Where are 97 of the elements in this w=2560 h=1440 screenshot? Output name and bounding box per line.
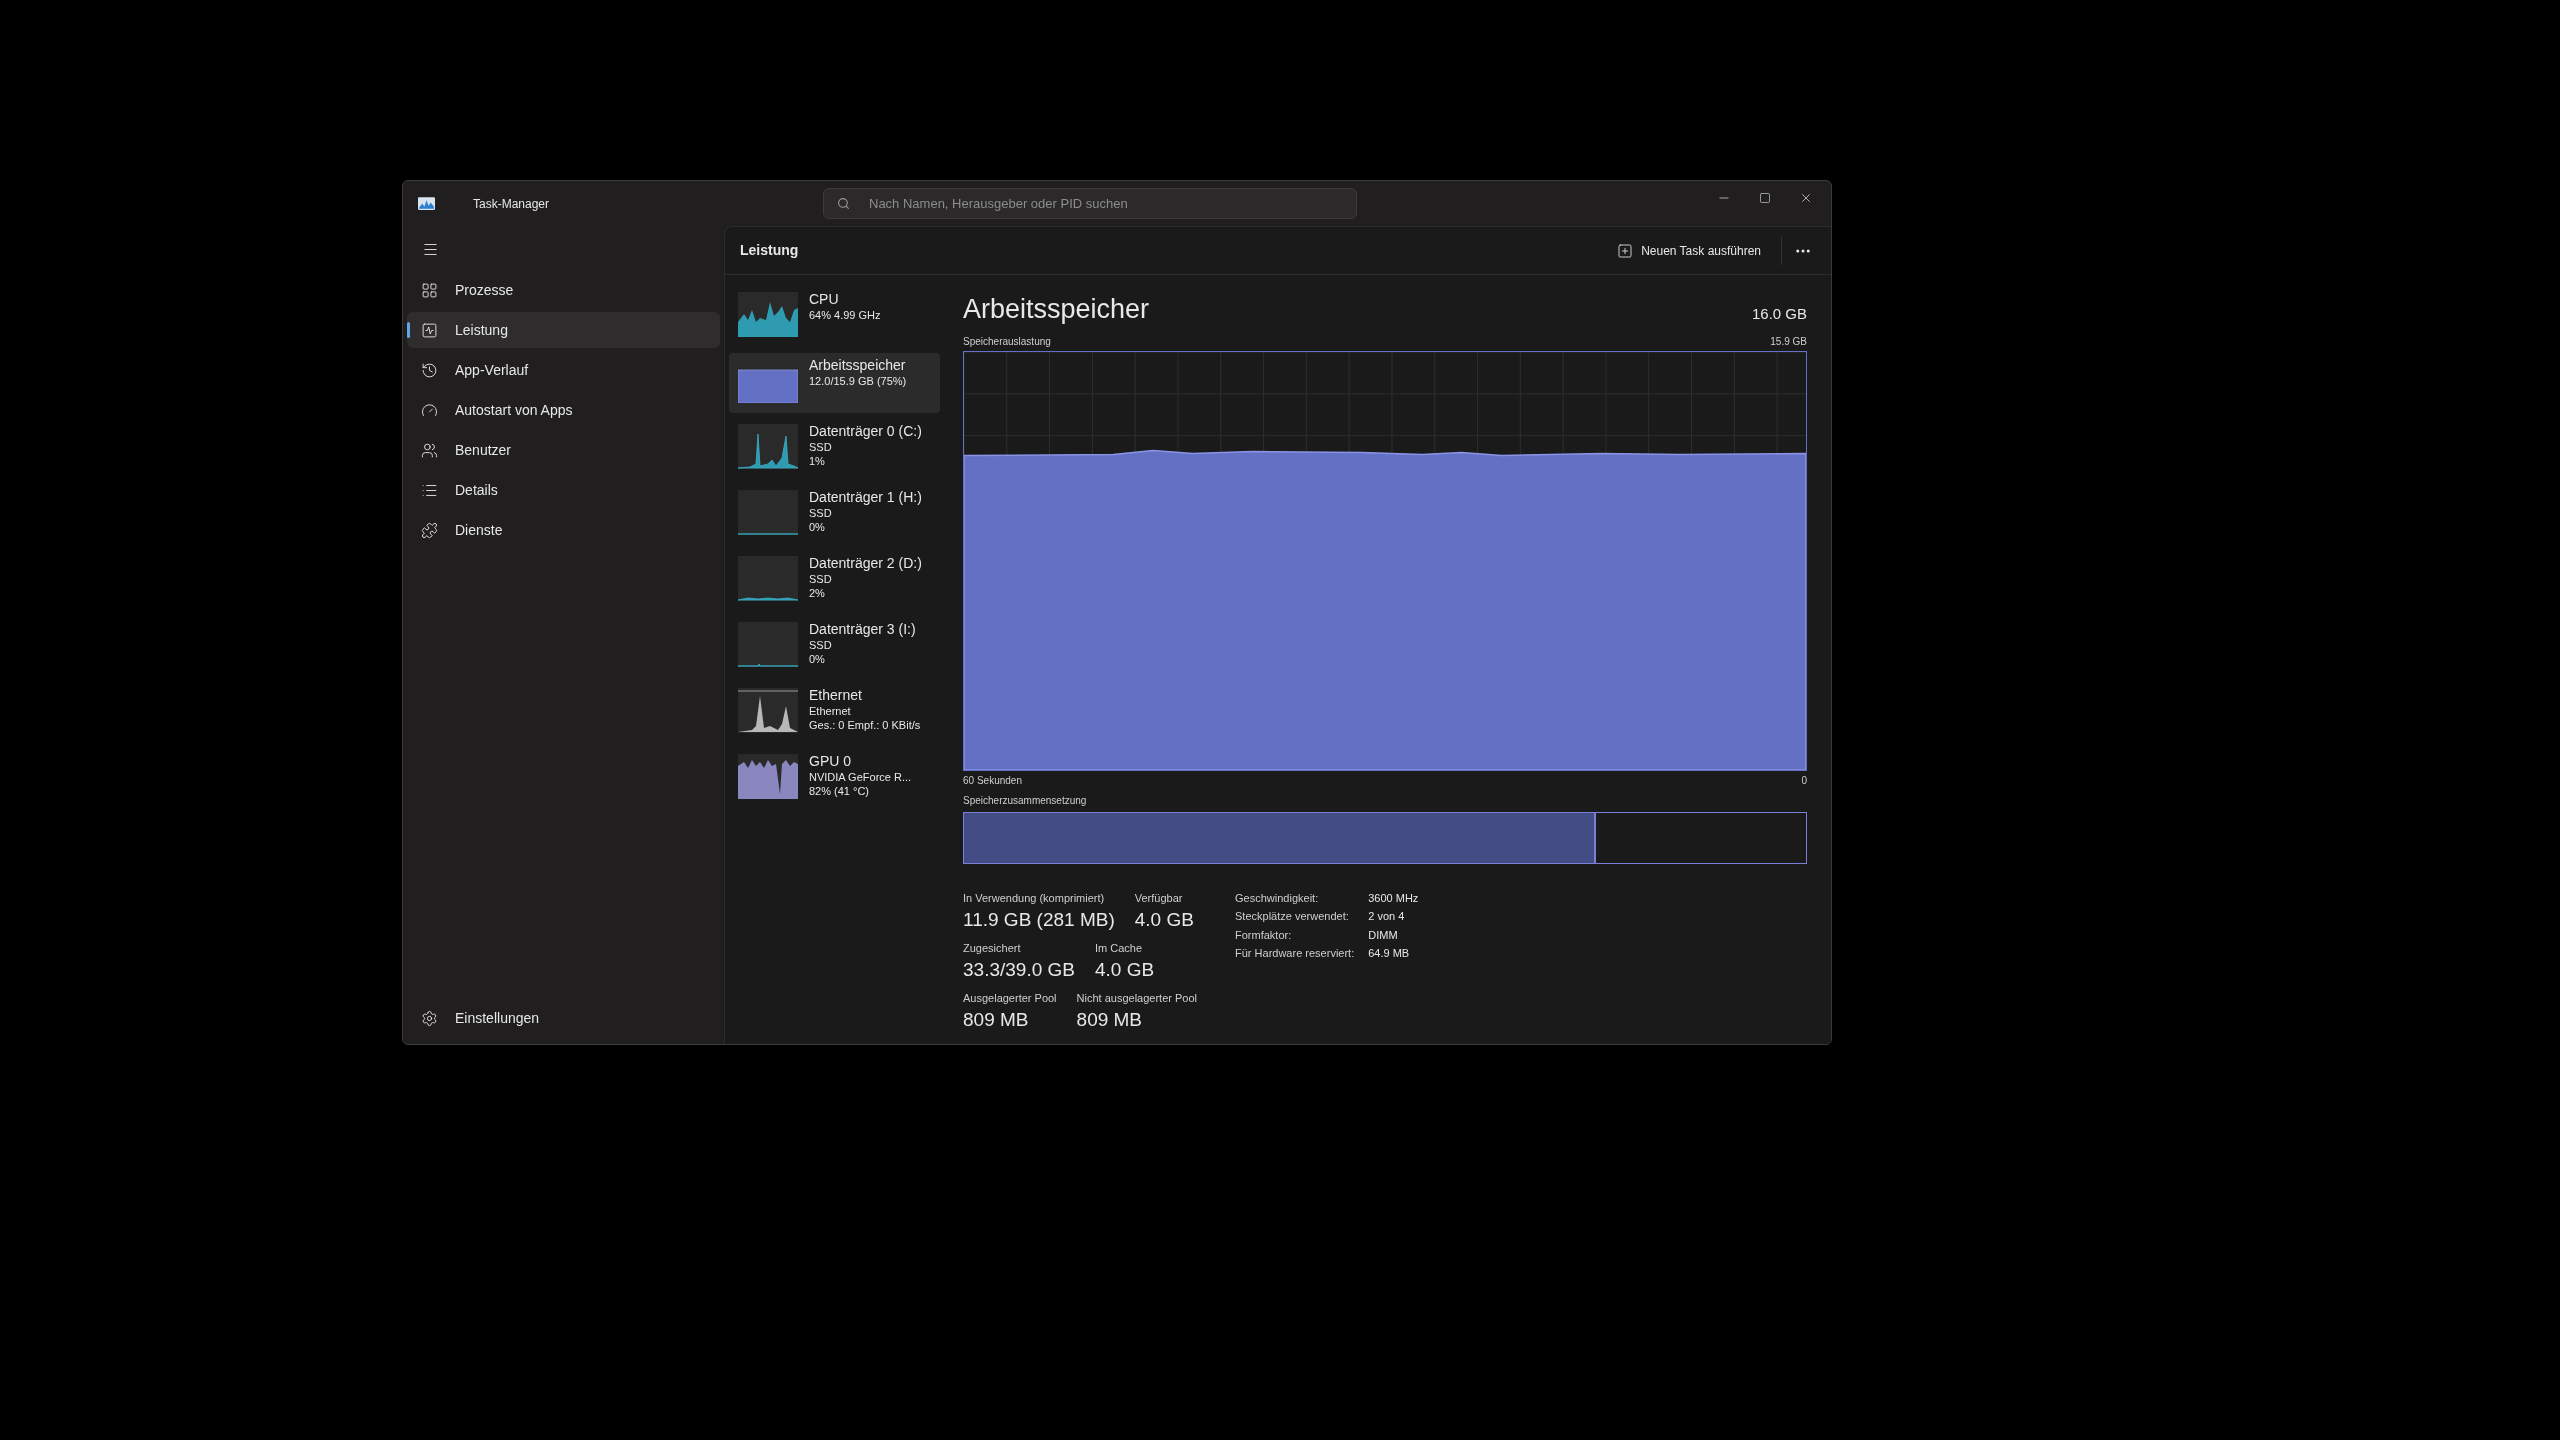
- detail-title: Arbeitsspeicher: [963, 293, 1150, 326]
- nav-label: Benutzer: [455, 440, 512, 460]
- device-info: NVIDIA GeForce R...: [809, 770, 912, 784]
- users-icon: [421, 441, 438, 459]
- device-item[interactable]: GPU 0 NVIDIA GeForce R... 82% (41 °C): [729, 749, 940, 809]
- device-info: 1%: [809, 454, 826, 468]
- run-new-task-button[interactable]: Neuen Task ausführen: [1609, 234, 1769, 267]
- stat-label: In Verwendung (komprimiert): [963, 890, 1106, 906]
- settings-item[interactable]: Einstellungen: [407, 1000, 720, 1036]
- usage-sparkline: [738, 424, 798, 469]
- app-logo-icon: [418, 197, 435, 210]
- spec-value: 3600 MHz: [1368, 890, 1419, 906]
- activity-icon: [421, 321, 438, 339]
- usage-sparkline: [738, 292, 798, 337]
- device-info: 64% 4.99 GHz: [809, 308, 881, 322]
- stat-value: 809 MB: [1076, 1008, 1144, 1032]
- stat-value: 33.3/39.0 GB: [963, 958, 1075, 982]
- device-name: GPU 0: [809, 752, 852, 770]
- stat-value: 4.0 GB: [1094, 958, 1155, 982]
- nav-label: Dienste: [455, 520, 503, 540]
- device-item[interactable]: Ethernet Ethernet Ges.: 0 Empf.: 0 KBit/s: [729, 683, 940, 743]
- stat-label: Im Cache: [1094, 940, 1144, 956]
- nav-item[interactable]: Dienste: [407, 512, 720, 548]
- graph-time-label: 60 Sekunden: [963, 773, 1022, 788]
- nav-label: Autostart von Apps: [455, 400, 573, 420]
- selection-indicator: [407, 322, 410, 338]
- stat-value: 809 MB: [963, 1008, 1030, 1032]
- device-name: Datenträger 2 (D:): [809, 554, 922, 572]
- search-icon: [837, 197, 850, 210]
- usage-sparkline: [738, 556, 798, 601]
- settings-icon: [421, 1009, 438, 1027]
- device-item[interactable]: CPU 64% 4.99 GHz: [729, 287, 940, 347]
- maximize-icon[interactable]: [1759, 191, 1771, 204]
- new-task-icon: [1617, 242, 1634, 259]
- device-item[interactable]: Datenträger 0 (C:) SSD 1%: [729, 419, 940, 479]
- stat-label: Zugesichert: [963, 940, 1022, 956]
- stat-label: Verfügbar: [1134, 890, 1184, 906]
- graph-label: Speicherauslastung: [963, 334, 1051, 349]
- device-item[interactable]: Datenträger 1 (H:) SSD 0%: [729, 485, 940, 545]
- device-name: CPU: [809, 290, 840, 308]
- device-name: Datenträger 1 (H:): [809, 488, 922, 506]
- device-info: SSD: [809, 440, 833, 454]
- nav-item[interactable]: Benutzer: [407, 432, 720, 468]
- spec-value: 2 von 4: [1368, 909, 1406, 924]
- device-info: SSD: [809, 572, 833, 586]
- usage-sparkline: [738, 688, 798, 733]
- nav-label: Leistung: [455, 320, 508, 340]
- spec-label: Formfaktor:: [1235, 927, 1293, 943]
- device-info: SSD: [809, 506, 833, 520]
- spec-label: Für Hardware reserviert:: [1235, 946, 1355, 961]
- device-name: Datenträger 3 (I:): [809, 620, 916, 638]
- spec-label: Steckplätze verwendet:: [1235, 909, 1350, 924]
- usage-sparkline: [738, 754, 798, 799]
- device-info: 12.0/15.9 GB (75%): [809, 374, 907, 388]
- device-name: Ethernet: [809, 686, 863, 704]
- nav-item[interactable]: App-Verlauf: [407, 352, 720, 388]
- spec-label: Geschwindigkeit:: [1235, 890, 1320, 906]
- history-icon: [421, 361, 438, 379]
- spec-value: 64.9 MB: [1368, 946, 1411, 961]
- stat-value: 11.9 GB (281 MB): [963, 908, 1115, 932]
- device-info: 2%: [809, 586, 826, 600]
- nav-item[interactable]: Autostart von Apps: [407, 392, 720, 428]
- graph-max-label: 15.9 GB: [1770, 334, 1807, 349]
- usage-sparkline: [738, 490, 798, 535]
- device-info: Ges.: 0 Empf.: 0 KBit/s: [809, 718, 921, 732]
- device-info: 0%: [809, 652, 826, 666]
- device-info: Ethernet: [809, 704, 852, 718]
- window-title: Task-Manager: [473, 195, 551, 213]
- stat-label: Ausgelagerter Pool: [963, 990, 1057, 1006]
- composition-label: Speicherzusammensetzung: [963, 793, 1088, 808]
- device-info: SSD: [809, 638, 833, 652]
- nav-item[interactable]: Leistung: [407, 312, 720, 348]
- puzzle-icon: [421, 521, 438, 539]
- total-memory: 16.0 GB: [1751, 304, 1807, 324]
- device-name: Datenträger 0 (C:): [809, 422, 922, 440]
- nav-item[interactable]: Details: [407, 472, 720, 508]
- nav-label: App-Verlauf: [455, 360, 529, 380]
- device-name: Arbeitsspeicher: [809, 356, 907, 374]
- spec-value: DIMM: [1368, 927, 1399, 943]
- device-item[interactable]: Datenträger 2 (D:) SSD 2%: [729, 551, 940, 611]
- nav-label: Prozesse: [455, 280, 514, 300]
- nav-label: Details: [455, 480, 498, 500]
- search-field[interactable]: Nach Namen, Herausgeber oder PID suchen: [823, 188, 1357, 219]
- stat-label: Nicht ausgelagerter Pool: [1076, 990, 1198, 1006]
- usage-sparkline: [738, 622, 798, 667]
- page-title: Leistung: [740, 241, 799, 260]
- device-item[interactable]: Datenträger 3 (I:) SSD 0%: [729, 617, 940, 677]
- menu-icon[interactable]: [422, 241, 439, 258]
- stat-value: 4.0 GB: [1134, 908, 1194, 932]
- graph-zero-label: 0: [1801, 773, 1807, 788]
- settings-label: Einstellungen: [455, 1008, 540, 1028]
- device-item[interactable]: Arbeitsspeicher 12.0/15.9 GB (75%): [729, 353, 940, 413]
- gauge-icon: [421, 401, 438, 419]
- nav-item[interactable]: Prozesse: [407, 272, 720, 308]
- device-info: 82% (41 °C): [809, 784, 871, 798]
- grid-icon: [421, 281, 438, 299]
- device-info: 0%: [809, 520, 826, 534]
